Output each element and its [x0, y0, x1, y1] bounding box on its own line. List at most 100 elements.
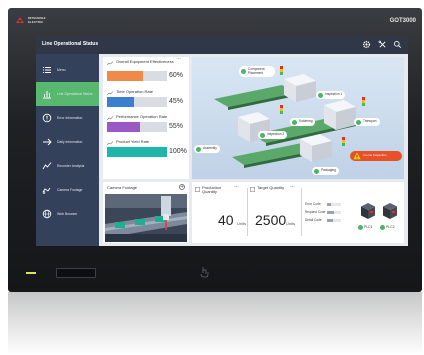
- plc-2[interactable]: PLC2: [380, 198, 400, 232]
- station-inspection-2[interactable]: Inspection 2: [258, 131, 288, 139]
- divider: [247, 188, 248, 236]
- production-panel: Production Quantity ··· 40 Units Target …: [192, 182, 404, 243]
- kpi-label: Overall Equipment Effectiveness: [116, 59, 174, 64]
- signal-tower: [362, 97, 365, 106]
- divider: [301, 188, 302, 236]
- plc-icon: [383, 203, 397, 219]
- arrow-right-icon: [43, 138, 52, 146]
- error-code-row: Error Code: [305, 201, 345, 209]
- status-ok-icon: [380, 225, 385, 230]
- sidebar-item-menu[interactable]: Menu: [36, 58, 99, 82]
- model-label: GOT3000: [389, 18, 416, 24]
- expand-icon[interactable]: +: [179, 184, 185, 190]
- target-quantity-value: 2500: [255, 212, 287, 228]
- status-ok-icon: [358, 225, 363, 230]
- alert-circle-icon: [42, 113, 52, 123]
- page-title: Line Operational Status: [42, 41, 99, 47]
- app-header: Line Operational Status: [36, 36, 408, 54]
- station-component-placement[interactable]: Component Placement: [239, 66, 275, 77]
- production-quantity-title: Production Quantity: [202, 185, 222, 195]
- target-icon: [250, 187, 255, 192]
- sidebar-item-camera-footage[interactable]: Camera Footage: [36, 178, 99, 202]
- sidebar-item-label: Menu: [57, 68, 66, 72]
- signal-tower: [280, 66, 283, 75]
- sidebar-item-error-information[interactable]: Error Information: [36, 106, 99, 130]
- status-ok-icon: [240, 69, 246, 74]
- kpi-value: 55%: [169, 123, 184, 130]
- status-ok-icon: [313, 168, 319, 174]
- tools-icon[interactable]: [378, 40, 387, 49]
- sidebar-item-label: Line Operational Status: [57, 92, 93, 96]
- kpi-bar: [107, 97, 167, 107]
- kpi-label: Product Yield Rate: [116, 139, 150, 144]
- kpi-bar: [107, 122, 167, 132]
- trend-icon: [107, 91, 113, 96]
- power-led: [26, 272, 36, 274]
- sidebar-item-line-status[interactable]: Line Operational Status: [36, 82, 99, 106]
- machine-block: [300, 134, 332, 162]
- station-packaging[interactable]: Packaging: [312, 167, 339, 175]
- request-code-fill: [327, 211, 334, 214]
- camera-panel: Camera Footage +: [103, 182, 189, 243]
- device-reflection: [8, 292, 422, 355]
- trend-icon: [107, 116, 113, 121]
- status-ok-icon: [317, 92, 323, 98]
- kpi-bar-fill: [107, 122, 140, 132]
- alarm-badge[interactable]: In-Line Inspection: [350, 151, 402, 161]
- line-chart-icon: [42, 162, 52, 170]
- request-code-row: Request Code: [305, 209, 345, 217]
- signal-tower: [342, 137, 345, 146]
- station-assembly[interactable]: Assembly: [194, 145, 220, 153]
- detail-code-fill: [327, 219, 333, 222]
- sidebar-item-web-browser[interactable]: Web Browser: [36, 202, 99, 226]
- target-quantity-title: Target Quantity: [257, 185, 285, 190]
- search-icon[interactable]: [393, 40, 402, 49]
- kpi-more-icon[interactable]: ···: [176, 56, 181, 62]
- trend-icon: [107, 141, 113, 146]
- production-more-icon[interactable]: ···: [234, 184, 239, 190]
- brand-name: MITSUBISHI ELECTRIC: [28, 16, 46, 24]
- status-ok-icon: [195, 146, 201, 152]
- signal-tower: [280, 105, 283, 114]
- status-ok-icon: [291, 119, 297, 125]
- line-flow-diagram: Component Placement Inspection 1 Solderi…: [192, 57, 404, 179]
- kpi-value: 100%: [169, 148, 187, 155]
- detail-code-row: Detail Code: [305, 217, 345, 225]
- request-code-bar: [327, 211, 341, 214]
- device-top-bar: MITSUBISHI ELECTRIC GOT3000: [8, 8, 422, 34]
- detail-code-bar: [327, 219, 341, 222]
- error-code-fill: [327, 203, 332, 206]
- production-icon: [195, 187, 200, 192]
- station-soldering[interactable]: Soldering: [290, 118, 316, 126]
- menu-icon: [43, 67, 51, 73]
- sidebar-item-label: Error Information: [57, 116, 83, 120]
- usb-slot: [56, 268, 96, 278]
- kpi-label: Time Operation Rate: [116, 89, 153, 94]
- sidebar-item-label: Recorder Analysis: [57, 164, 85, 168]
- sidebar-item-daily-information[interactable]: Daily Information: [36, 130, 99, 154]
- kpi-bar-fill: [107, 71, 143, 81]
- kpi-bar: [107, 71, 167, 81]
- camera-title: Camera Footage: [107, 185, 138, 190]
- plc-1[interactable]: PLC1: [358, 198, 378, 232]
- production-quantity-value: 40: [218, 212, 234, 228]
- plc-icon: [361, 203, 375, 219]
- sidebar-item-recorder-analysis[interactable]: Recorder Analysis: [36, 154, 99, 178]
- status-ok-icon: [259, 132, 265, 138]
- camera-feed-image[interactable]: [105, 194, 187, 242]
- gear-icon[interactable]: [362, 40, 371, 49]
- status-ok-icon: [355, 119, 361, 125]
- target-more-icon[interactable]: ···: [290, 184, 295, 190]
- kpi-bar-fill: [107, 147, 167, 157]
- hmi-screen: Line Operational Status Menu Line Operat…: [36, 36, 408, 246]
- sidebar-item-label: Camera Footage: [57, 188, 83, 192]
- sidebar-item-label: Web Browser: [57, 212, 78, 216]
- kpi-label: Performance Operation Rate: [116, 114, 168, 119]
- machine-block: [284, 74, 316, 102]
- station-transport[interactable]: Transport: [354, 118, 380, 126]
- target-quantity-unit: Units: [286, 221, 296, 226]
- kpi-bar-fill: [107, 97, 134, 107]
- station-inspection-1[interactable]: Inspection 1: [316, 91, 346, 99]
- camera-icon: [42, 187, 51, 194]
- sidebar-item-label: Daily Information: [57, 140, 83, 144]
